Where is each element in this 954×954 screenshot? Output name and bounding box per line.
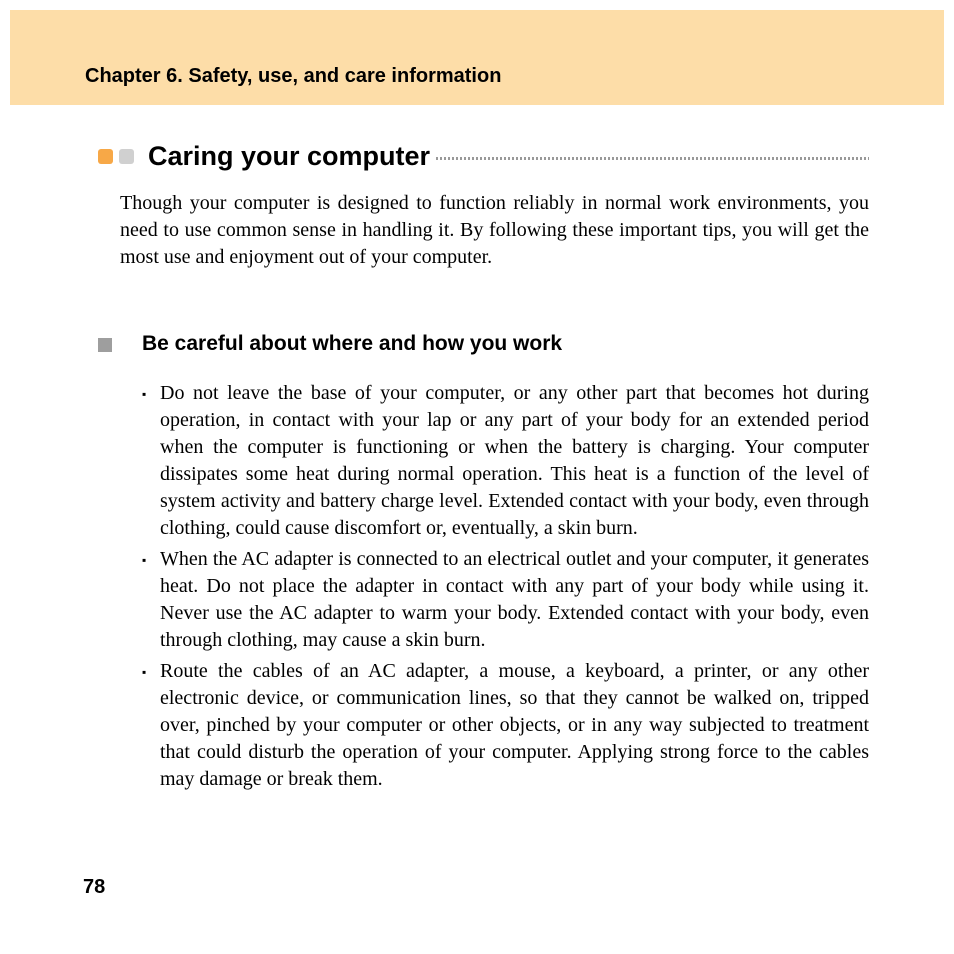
subheading-row: Be careful about where and how you work xyxy=(98,332,869,356)
list-item: ▪ Do not leave the base of your computer… xyxy=(142,380,869,542)
section-title: Caring your computer xyxy=(148,141,430,172)
list-item-text: Route the cables of an AC adapter, a mou… xyxy=(160,658,869,793)
chapter-title: Chapter 6. Safety, use, and care informa… xyxy=(85,65,501,88)
document-page: Chapter 6. Safety, use, and care informa… xyxy=(0,0,954,954)
bullet-orange-icon xyxy=(98,149,113,164)
list-item: ▪ Route the cables of an AC adapter, a m… xyxy=(142,658,869,793)
square-bullet-icon xyxy=(98,338,112,352)
list-bullet-icon: ▪ xyxy=(142,380,160,542)
list-item: ▪ When the AC adapter is connected to an… xyxy=(142,546,869,654)
bullet-list: ▪ Do not leave the base of your computer… xyxy=(142,380,869,797)
intro-paragraph: Though your computer is designed to func… xyxy=(120,190,869,271)
section-heading-row: Caring your computer xyxy=(98,141,869,172)
page-number: 78 xyxy=(83,876,105,899)
subheading: Be careful about where and how you work xyxy=(142,332,562,356)
list-item-text: When the AC adapter is connected to an e… xyxy=(160,546,869,654)
list-item-text: Do not leave the base of your computer, … xyxy=(160,380,869,542)
dash-rule-icon xyxy=(436,157,869,160)
list-bullet-icon: ▪ xyxy=(142,658,160,793)
header-band xyxy=(10,10,944,105)
bullet-gray-icon xyxy=(119,149,134,164)
list-bullet-icon: ▪ xyxy=(142,546,160,654)
